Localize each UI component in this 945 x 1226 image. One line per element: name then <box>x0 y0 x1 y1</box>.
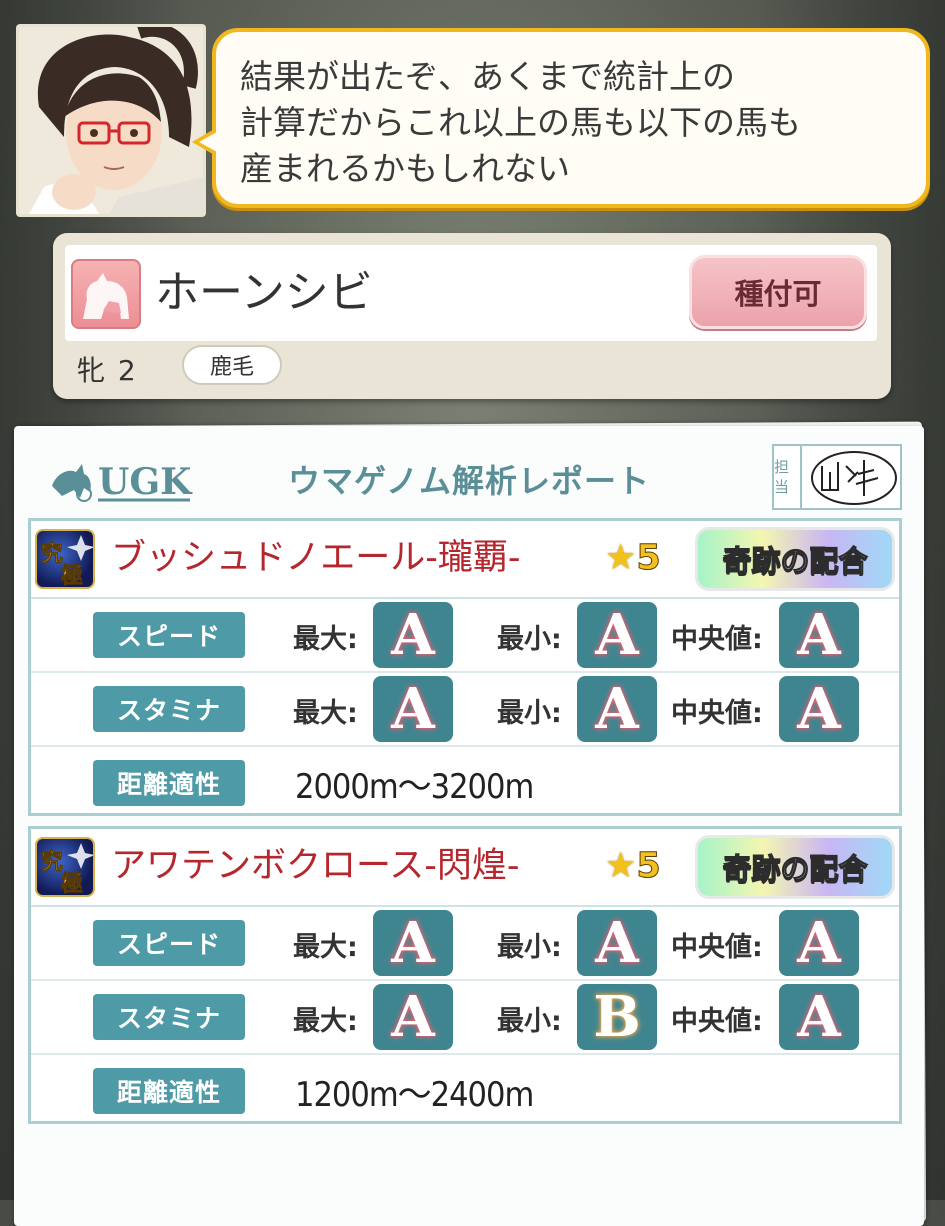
kyoku-icon: 究 極 <box>35 837 95 897</box>
result-header: 究 極 ブッシュドノエール-瓏覇- ★5 奇跡の配合 <box>31 521 899 599</box>
median-label: 中央値: <box>671 932 763 963</box>
svg-text:究: 究 <box>41 849 63 875</box>
speed-row: スピード 最大: A 最小: A 中央値: A <box>31 599 899 673</box>
distance-row: 距離適性 1200m〜2400m <box>31 1055 899 1127</box>
stamina-median-grade: A <box>779 984 859 1050</box>
stamina-max-grade: A <box>373 984 453 1050</box>
median-label: 中央値: <box>671 698 763 729</box>
star-icon: ★ <box>605 538 637 578</box>
speed-median-grade: A <box>779 602 859 668</box>
star-rating: ★5 <box>605 533 661 583</box>
stamina-label: スタミナ <box>93 994 245 1040</box>
horse-header: ホーンシビ 種付可 <box>65 245 877 341</box>
speed-label: スピード <box>93 612 245 658</box>
min-label: 最小: <box>497 698 562 729</box>
star-rating: ★5 <box>605 841 661 891</box>
speed-min-grade: A <box>577 910 657 976</box>
speed-max-grade: A <box>373 602 453 668</box>
horse-meta: 牝 2 鹿毛 <box>65 343 877 389</box>
distance-label: 距離適性 <box>93 1068 245 1114</box>
distance-range: 1200m〜2400m <box>295 1075 534 1115</box>
coat-badge: 鹿毛 <box>182 345 282 385</box>
speed-min-grade: A <box>577 602 657 668</box>
min-label: 最小: <box>497 1006 562 1037</box>
character-portrait <box>16 24 206 217</box>
result-card-1: 究 極 ブッシュドノエール-瓏覇- ★5 奇跡の配合 スピード 最大: A 最小… <box>28 518 902 816</box>
breed-button[interactable]: 種付可 <box>689 255 867 329</box>
star-count: 5 <box>636 846 661 887</box>
star-icon: ★ <box>605 846 637 886</box>
inspector-stamp: 担当 <box>772 444 902 510</box>
kyoku-icon: 究 極 <box>35 529 95 589</box>
dialogue-text: 結果が出たぞ、あくまで統計上の 計算だからこれ以上の馬も以下の馬も 産まれるかも… <box>240 57 801 188</box>
svg-text:究: 究 <box>41 541 63 567</box>
sex-age: 牝 2 <box>77 354 138 387</box>
stamina-label: スタミナ <box>93 686 245 732</box>
signature <box>808 446 900 508</box>
max-label: 最大: <box>293 932 358 963</box>
stamina-median-grade: A <box>779 676 859 742</box>
star-count: 5 <box>636 538 661 579</box>
speed-label: スピード <box>93 920 245 966</box>
bubble-tail-inner <box>199 132 217 152</box>
svg-text:極: 極 <box>61 871 83 895</box>
speed-max-grade: A <box>373 910 453 976</box>
stamina-min-grade: A <box>577 676 657 742</box>
max-label: 最大: <box>293 624 358 655</box>
dialogue-bubble[interactable]: 結果が出たぞ、あくまで統計上の 計算だからこれ以上の馬も以下の馬も 産まれるかも… <box>212 28 930 208</box>
median-label: 中央値: <box>671 624 763 655</box>
stamina-max-grade: A <box>373 676 453 742</box>
horse-icon <box>71 259 141 329</box>
miracle-combination-badge: 奇跡の配合 <box>695 527 895 591</box>
horse-name: ホーンシビ <box>155 267 373 318</box>
max-label: 最大: <box>293 1006 358 1037</box>
stamina-row: スタミナ 最大: A 最小: B 中央値: A <box>31 981 899 1055</box>
result-card-2: 究 極 アワテンボクロース-閃煌- ★5 奇跡の配合 スピード 最大: A 最小… <box>28 826 902 1124</box>
result-header: 究 極 アワテンボクロース-閃煌- ★5 奇跡の配合 <box>31 829 899 907</box>
speed-median-grade: A <box>779 910 859 976</box>
horse-card: ホーンシビ 種付可 牝 2 鹿毛 <box>53 233 891 399</box>
distance-range: 2000m〜3200m <box>295 767 534 807</box>
min-label: 最小: <box>497 624 562 655</box>
distance-label: 距離適性 <box>93 760 245 806</box>
max-label: 最大: <box>293 698 358 729</box>
stamina-row: スタミナ 最大: A 最小: A 中央値: A <box>31 673 899 747</box>
svg-text:極: 極 <box>61 563 83 587</box>
miracle-combination-badge: 奇跡の配合 <box>695 835 895 899</box>
result-horse-name: ブッシュドノエール-瓏覇- <box>111 538 521 578</box>
min-label: 最小: <box>497 932 562 963</box>
median-label: 中央値: <box>671 1006 763 1037</box>
genome-report: UGK ウマゲノム解析レポート 担当 究 極 ブッシュドノエール-瓏覇- ★5 … <box>14 426 924 1226</box>
speed-row: スピード 最大: A 最小: A 中央値: A <box>31 907 899 981</box>
stamina-min-grade: B <box>577 984 657 1050</box>
distance-row: 距離適性 2000m〜3200m <box>31 747 899 819</box>
result-horse-name: アワテンボクロース-閃煌- <box>111 846 520 886</box>
stamp-label: 担当 <box>774 446 802 508</box>
